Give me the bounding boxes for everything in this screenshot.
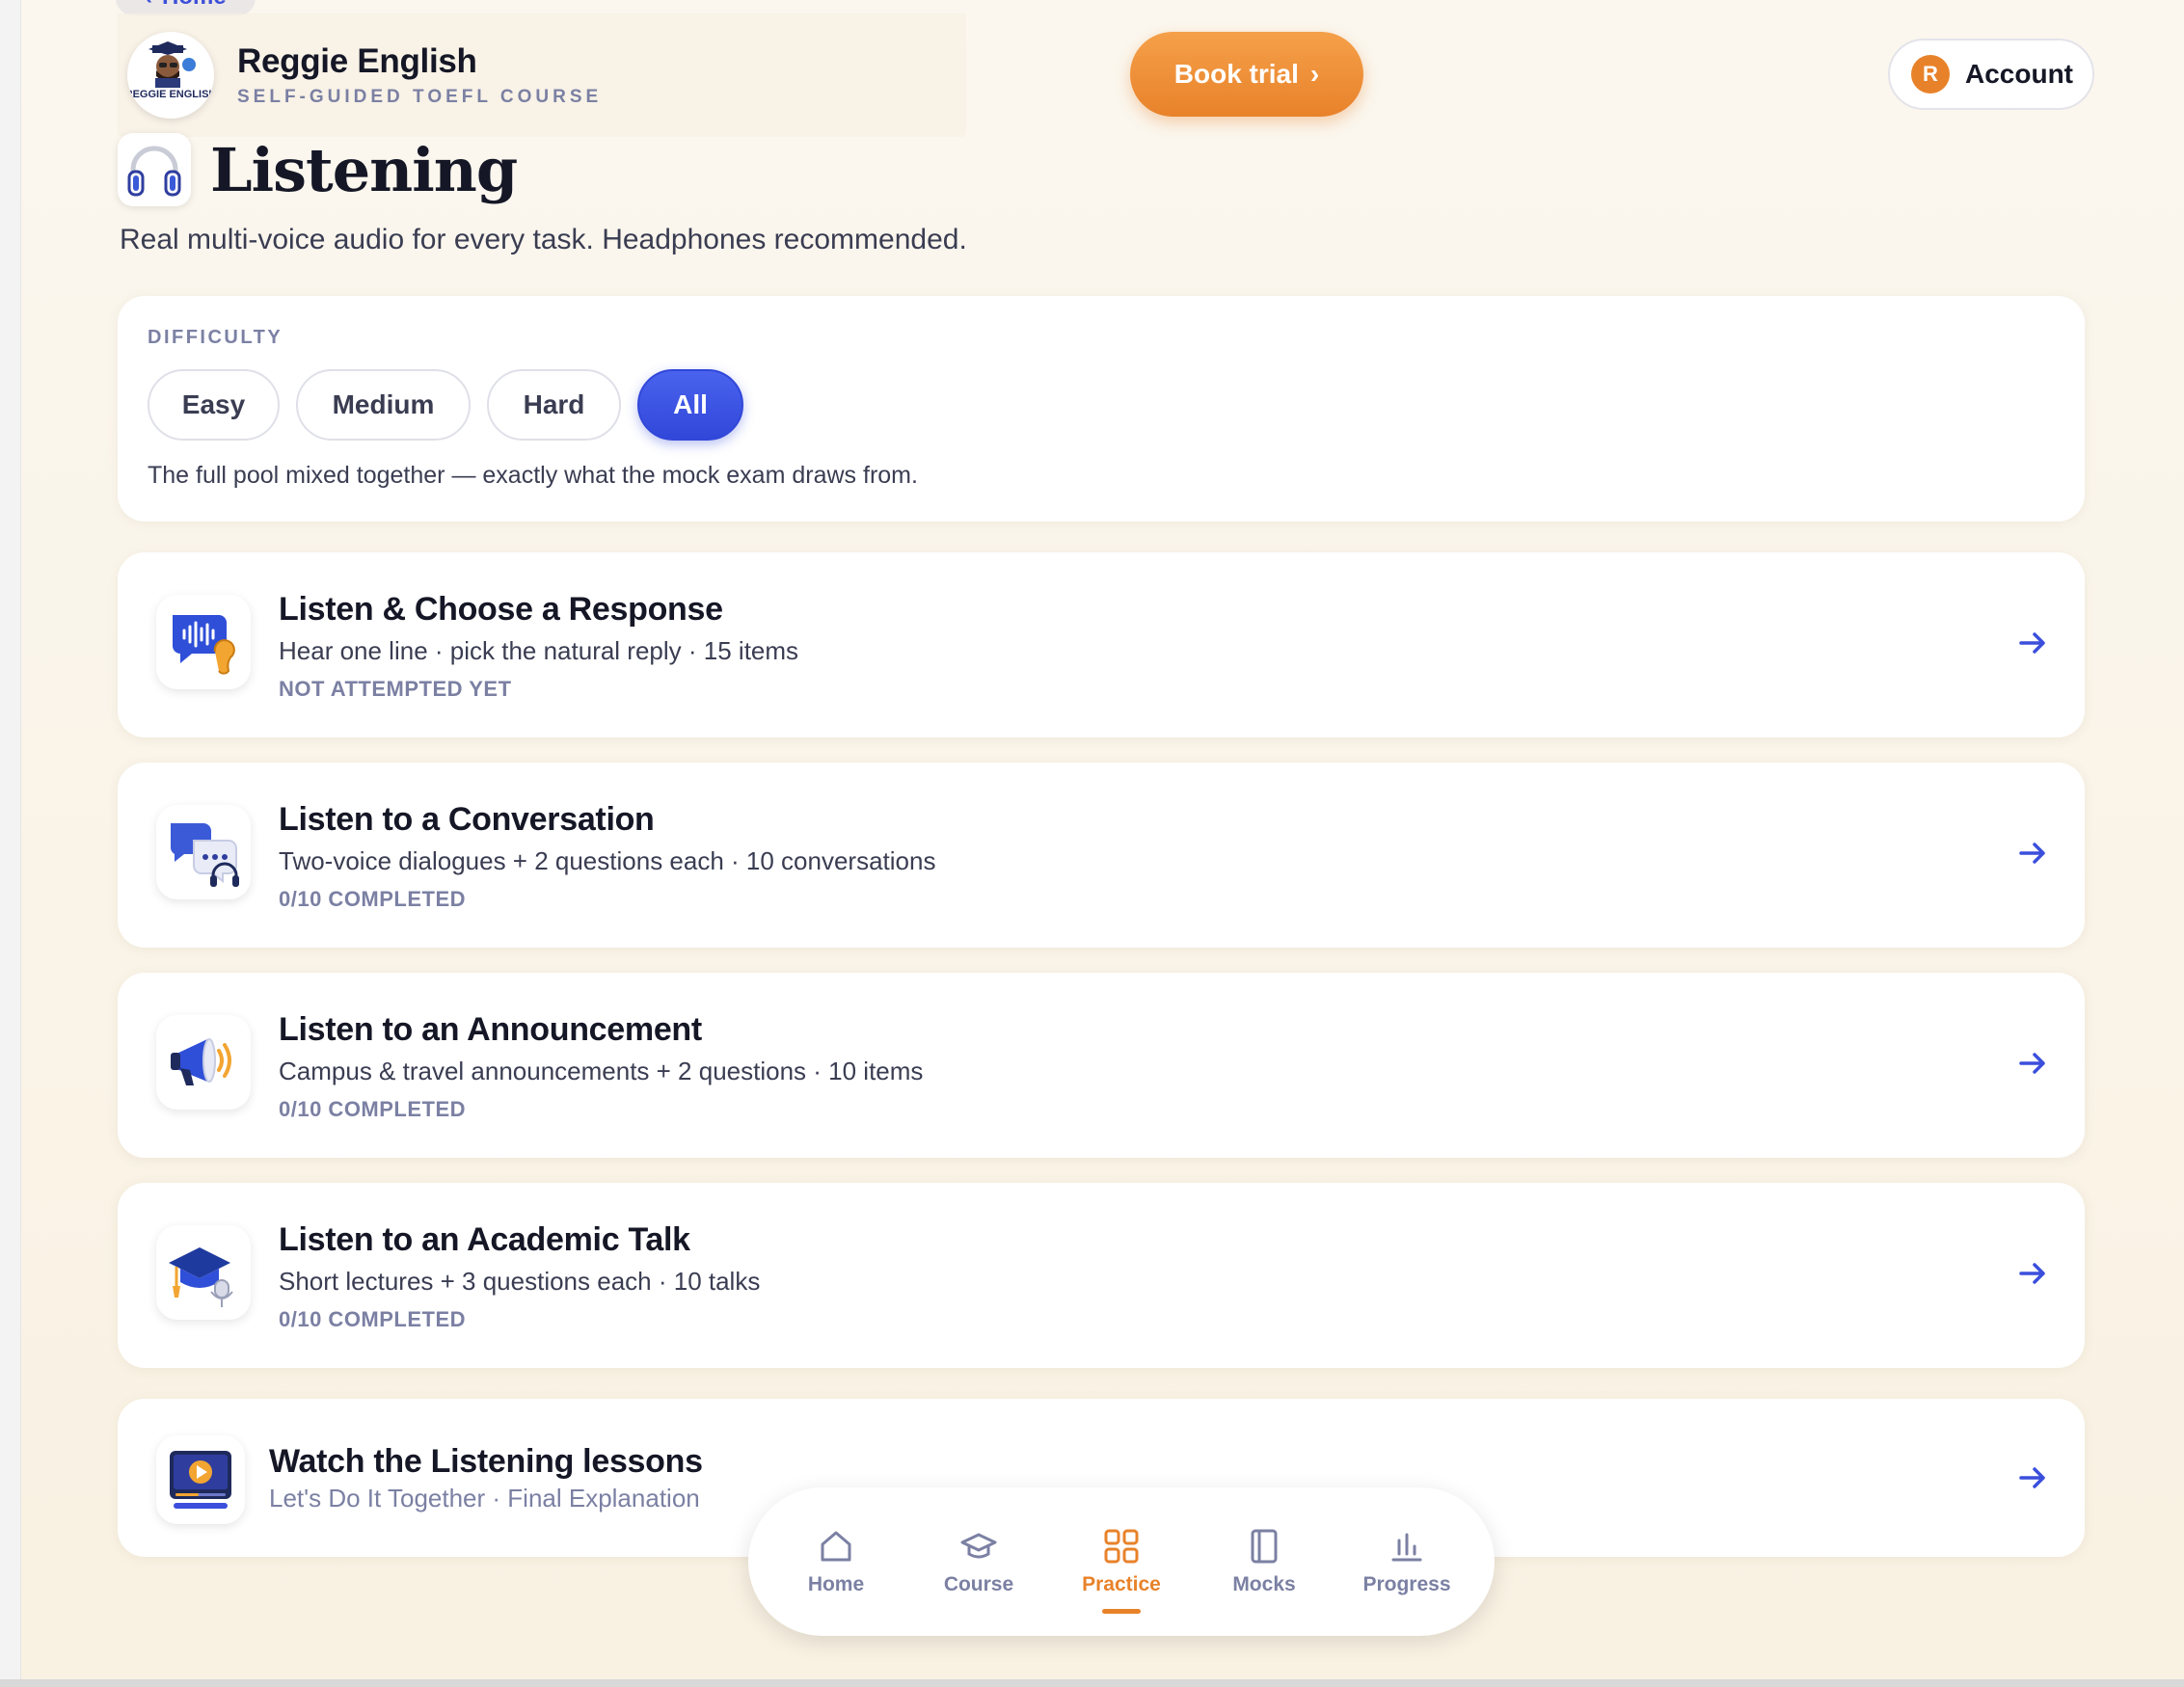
chevron-left-icon: ‹ bbox=[145, 0, 152, 11]
headphones-icon bbox=[118, 133, 191, 206]
difficulty-label: DIFFICULTY bbox=[148, 327, 283, 348]
task-title: Listen to a Conversation bbox=[279, 801, 655, 838]
svg-text:REGGIE ENGLISH: REGGIE ENGLISH bbox=[129, 89, 212, 100]
lessons-description: Let's Do It Together · Final Explanation bbox=[269, 1484, 700, 1513]
arrow-right-icon bbox=[2019, 1467, 2045, 1488]
book-trial-button[interactable]: Book trial › bbox=[1130, 32, 1363, 117]
task-description: Hear one line · pick the natural reply ·… bbox=[279, 636, 799, 665]
window-bottom-edge bbox=[0, 1679, 2184, 1687]
brand-subtitle: SELF-GUIDED TOEFL COURSE bbox=[237, 87, 603, 107]
megaphone-icon bbox=[156, 1015, 251, 1110]
video-player-icon bbox=[156, 1435, 245, 1524]
difficulty-pill-hard[interactable]: Hard bbox=[487, 369, 621, 441]
difficulty-pills: Easy Medium Hard All bbox=[148, 369, 743, 441]
task-description: Two-voice dialogues + 2 questions each ·… bbox=[279, 846, 936, 875]
lessons-title: Watch the Listening lessons bbox=[269, 1443, 703, 1480]
brand[interactable]: REGGIE ENGLISH Reggie English SELF-GUIDE… bbox=[127, 32, 602, 119]
task-status: 0/10 COMPLETED bbox=[279, 1307, 467, 1331]
task-description: Campus & travel announcements + 2 questi… bbox=[279, 1057, 924, 1085]
task-status: 0/10 COMPLETED bbox=[279, 887, 467, 911]
reggie-mascot-icon: REGGIE ENGLISH bbox=[129, 34, 212, 117]
task-title: Listen to an Announcement bbox=[279, 1011, 702, 1048]
nav-label: Progress bbox=[1362, 1573, 1451, 1595]
task-status: NOT ATTEMPTED YET bbox=[279, 677, 512, 701]
arrow-right-icon bbox=[2019, 632, 2045, 654]
task-title: Listen & Choose a Response bbox=[279, 591, 723, 628]
brand-logo: REGGIE ENGLISH bbox=[127, 32, 214, 119]
nav-active-indicator bbox=[1102, 1609, 1141, 1614]
nav-item-mocks[interactable]: Mocks bbox=[1193, 1504, 1335, 1620]
task-card-announcement[interactable]: Listen to an Announcement Campus & trave… bbox=[118, 973, 2085, 1158]
nav-label: Home bbox=[807, 1573, 865, 1595]
book-trial-label: Book trial bbox=[1173, 59, 1299, 89]
page-title-row: Listening bbox=[118, 133, 518, 206]
account-button[interactable]: R Account bbox=[1888, 39, 2094, 110]
difficulty-pill-medium[interactable]: Medium bbox=[296, 369, 471, 441]
account-avatar: R bbox=[1911, 55, 1950, 94]
arrow-right-icon bbox=[2019, 1263, 2045, 1284]
course-cap-icon bbox=[960, 1533, 997, 1559]
nav-label: Practice bbox=[1082, 1573, 1161, 1595]
task-status: 0/10 COMPLETED bbox=[279, 1097, 467, 1121]
home-icon bbox=[821, 1531, 851, 1562]
nav-item-practice[interactable]: Practice bbox=[1050, 1504, 1193, 1620]
difficulty-pill-easy[interactable]: Easy bbox=[148, 369, 280, 441]
arrow-right-icon bbox=[2019, 1053, 2045, 1074]
account-label: Account bbox=[1965, 59, 2073, 89]
app-canvas: ‹ Home REGGIE ENGLISH R bbox=[21, 0, 2184, 1679]
task-card-conversation[interactable]: Listen to a Conversation Two-voice dialo… bbox=[118, 763, 2085, 948]
page-title: Listening bbox=[210, 134, 518, 205]
brand-name: Reggie English bbox=[237, 42, 477, 80]
graduation-mic-icon bbox=[156, 1225, 251, 1320]
brand-text: Reggie English SELF-GUIDED TOEFL COURSE bbox=[237, 42, 602, 108]
app-header: REGGIE ENGLISH Reggie English SELF-GUIDE… bbox=[118, 13, 2123, 137]
window-edge bbox=[0, 0, 21, 1679]
task-description: Short lectures + 3 questions each · 10 t… bbox=[279, 1267, 761, 1296]
difficulty-description: The full pool mixed together — exactly w… bbox=[148, 462, 918, 489]
voice-ear-icon bbox=[156, 595, 251, 689]
arrow-right-icon bbox=[2019, 843, 2045, 864]
task-card-choose-response[interactable]: Listen & Choose a Response Hear one line… bbox=[118, 552, 2085, 737]
nav-label: Mocks bbox=[1232, 1573, 1296, 1595]
nav-item-progress[interactable]: Progress bbox=[1335, 1504, 1478, 1620]
nav-label: Course bbox=[943, 1573, 1014, 1595]
difficulty-pill-all[interactable]: All bbox=[637, 369, 743, 441]
book-icon bbox=[1251, 1529, 1278, 1564]
back-link-label: Home bbox=[162, 0, 227, 11]
grid-icon bbox=[1104, 1529, 1139, 1564]
nav-item-course[interactable]: Course bbox=[907, 1504, 1050, 1620]
bar-chart-icon bbox=[1391, 1533, 1422, 1562]
task-title: Listen to an Academic Talk bbox=[279, 1221, 690, 1258]
difficulty-card: DIFFICULTY Easy Medium Hard All The full… bbox=[118, 296, 2085, 522]
bottom-nav: Home Course Practice Mocks Progress bbox=[748, 1487, 1495, 1636]
nav-item-home[interactable]: Home bbox=[765, 1504, 907, 1620]
chevron-right-icon: › bbox=[1309, 59, 1320, 89]
conversation-headphones-icon bbox=[156, 805, 251, 899]
page-subtitle: Real multi-voice audio for every task. H… bbox=[120, 224, 967, 255]
task-card-academic-talk[interactable]: Listen to an Academic Talk Short lecture… bbox=[118, 1183, 2085, 1368]
